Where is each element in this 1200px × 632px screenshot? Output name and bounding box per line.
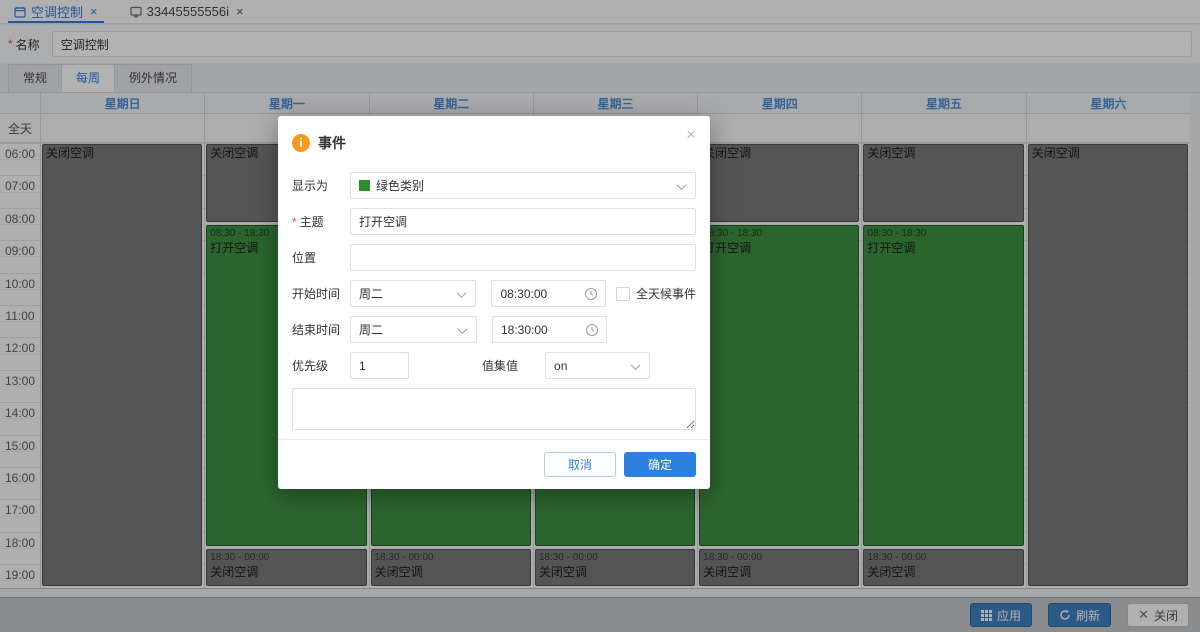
location-label: 位置 bbox=[292, 249, 350, 266]
display-as-row: 显示为 绿色类别 bbox=[292, 172, 696, 199]
info-icon: i bbox=[292, 134, 310, 152]
start-day-select[interactable]: 周二 bbox=[350, 280, 476, 307]
start-time-picker[interactable]: 08:30:00 bbox=[491, 280, 606, 307]
required-mark: * bbox=[292, 215, 297, 229]
clock-icon bbox=[584, 287, 598, 301]
location-field bbox=[350, 244, 696, 271]
all-day-label: 全天候事件 bbox=[636, 285, 696, 302]
dialog-body: 显示为 绿色类别 *主题 位置 开始时间 bbox=[278, 166, 710, 435]
display-as-select[interactable]: 绿色类别 bbox=[350, 172, 696, 199]
dialog-close-icon[interactable]: × bbox=[686, 126, 696, 143]
priority-label: 优先级 bbox=[292, 357, 350, 374]
display-as-label: 显示为 bbox=[292, 177, 350, 194]
end-time-row: 结束时间 周二 18:30:00 bbox=[292, 316, 696, 343]
start-time-label: 开始时间 bbox=[292, 285, 350, 302]
end-time-label: 结束时间 bbox=[292, 321, 350, 338]
subject-field bbox=[350, 208, 696, 235]
location-input[interactable] bbox=[359, 251, 687, 265]
display-as-value: 绿色类别 bbox=[376, 177, 687, 194]
clock-icon bbox=[585, 323, 599, 337]
start-day-value: 周二 bbox=[359, 285, 467, 302]
value-set-select[interactable]: on bbox=[545, 352, 650, 379]
cancel-button[interactable]: 取消 bbox=[544, 452, 616, 477]
end-day-value: 周二 bbox=[359, 321, 468, 338]
end-time-picker[interactable]: 18:30:00 bbox=[492, 316, 607, 343]
value-set-value: on bbox=[554, 359, 641, 373]
dialog-title: 事件 bbox=[318, 133, 346, 153]
subject-label: *主题 bbox=[292, 213, 350, 230]
location-row: 位置 bbox=[292, 244, 696, 271]
priority-field bbox=[350, 352, 409, 379]
end-day-select[interactable]: 周二 bbox=[350, 316, 477, 343]
dialog-header: i 事件 × bbox=[278, 116, 710, 166]
event-dialog: i 事件 × 显示为 绿色类别 *主题 位置 bbox=[278, 116, 710, 489]
note-textarea[interactable] bbox=[292, 388, 696, 430]
dialog-footer: 取消 确定 bbox=[278, 439, 710, 489]
subject-row: *主题 bbox=[292, 208, 696, 235]
subject-input[interactable] bbox=[359, 215, 687, 229]
app-window: 空调控制 × 33445555556i × * 名称 常规 每周 例外情况 星期… bbox=[0, 0, 1200, 632]
start-time-value: 08:30:00 bbox=[500, 287, 597, 301]
ok-button[interactable]: 确定 bbox=[624, 452, 696, 477]
start-time-row: 开始时间 周二 08:30:00 全天候事件 bbox=[292, 280, 696, 307]
all-day-checkbox[interactable] bbox=[616, 287, 630, 301]
green-category-swatch bbox=[359, 180, 370, 191]
priority-row: 优先级 值集值 on bbox=[292, 352, 696, 379]
priority-input[interactable] bbox=[359, 359, 400, 373]
value-set-label: 值集值 bbox=[482, 357, 518, 374]
end-time-value: 18:30:00 bbox=[501, 323, 598, 337]
